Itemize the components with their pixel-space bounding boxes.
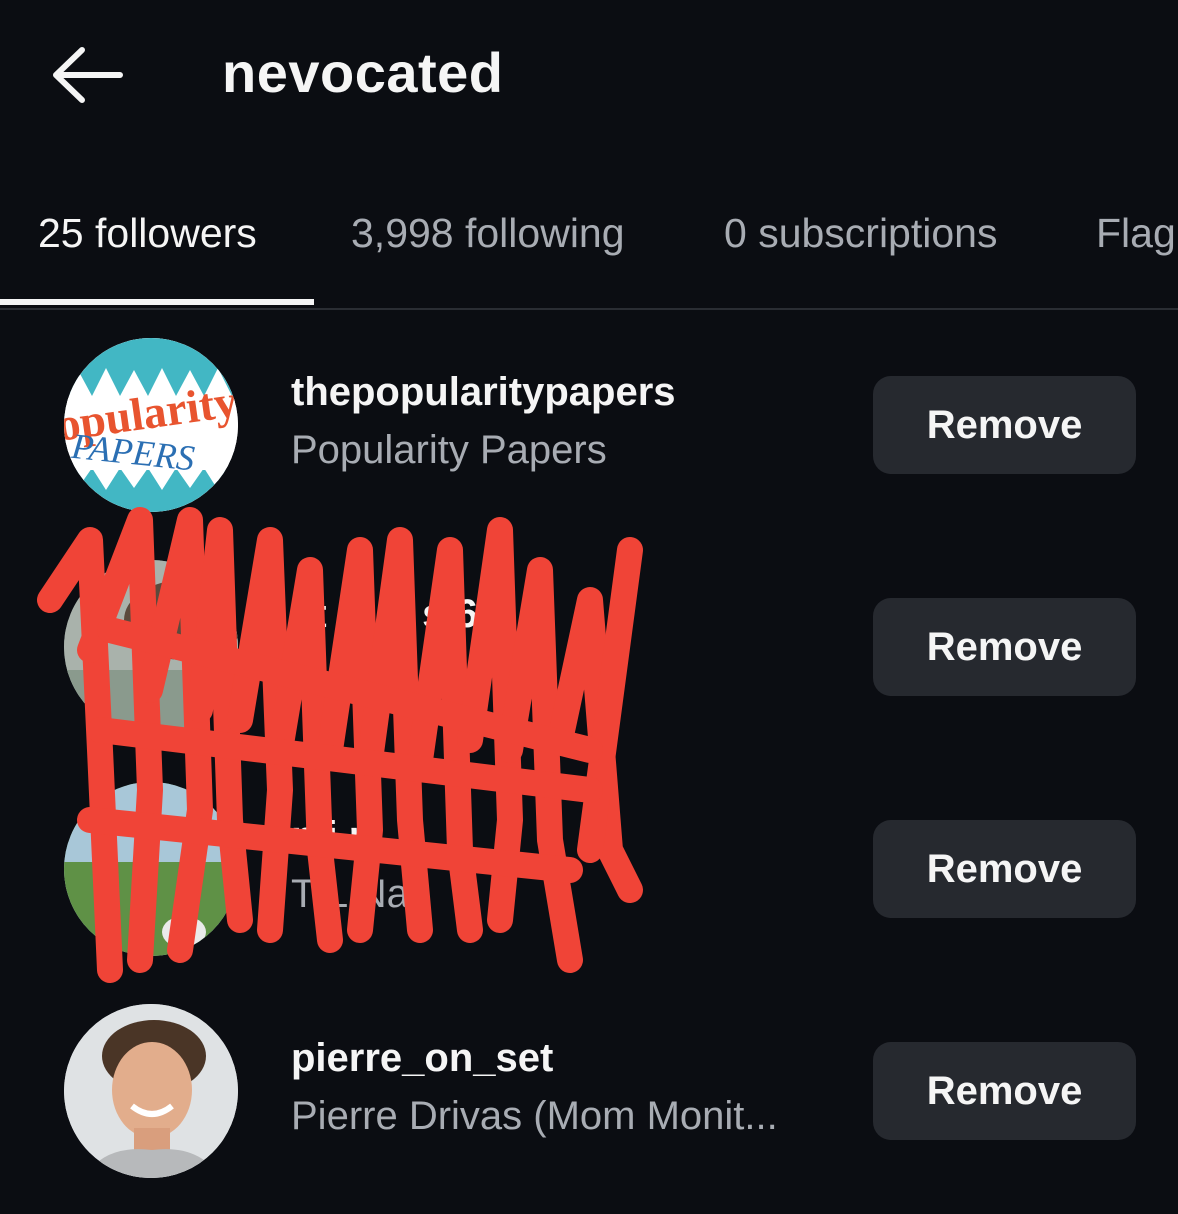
follower-username[interactable]: et ar n s 6 [291, 590, 478, 638]
tab-subscriptions[interactable]: 0 subscriptions [724, 208, 997, 258]
tab-followers[interactable]: 25 followers [38, 208, 257, 258]
avatar[interactable] [64, 560, 238, 734]
avatar-photo [64, 560, 238, 734]
avatar[interactable] [64, 782, 238, 956]
tab-following[interactable]: 3,998 following [351, 208, 625, 258]
remove-button[interactable]: Remove [873, 598, 1136, 696]
follower-username[interactable]: thepopularitypapers [291, 368, 676, 416]
follower-row[interactable]: pierre_on_set Pierre Drivas (Mom Monit..… [0, 992, 1178, 1214]
follower-full-name: Popularity Papers [291, 428, 607, 472]
follower-username[interactable]: n.j r [291, 812, 364, 860]
avatar-photo [64, 1004, 238, 1178]
follower-row[interactable]: n.j r T L Nar Remove [0, 770, 1178, 992]
avatar[interactable] [64, 1004, 238, 1178]
popularity-papers-logo: opularity PAPERS [64, 338, 238, 512]
active-tab-indicator [0, 299, 314, 305]
avatar[interactable]: opularity PAPERS [64, 338, 238, 512]
follower-full-name: T L Nar [291, 872, 423, 916]
follower-row[interactable]: opularity PAPERS thepopularitypapers Pop… [0, 326, 1178, 548]
page-title: nevocated [222, 41, 504, 104]
follower-username[interactable]: pierre_on_set [291, 1034, 553, 1082]
tab-bar: 25 followers 3,998 following 0 subscript… [0, 188, 1178, 310]
follower-full-name: Pierre Drivas (Mom Monit... [291, 1094, 778, 1138]
tab-flagged[interactable]: Flag [1096, 208, 1176, 258]
remove-button[interactable]: Remove [873, 376, 1136, 474]
follower-full-name: E ar r [291, 650, 389, 694]
remove-button[interactable]: Remove [873, 820, 1136, 918]
avatar-photo [64, 782, 238, 956]
arrow-left-icon [53, 47, 123, 103]
back-button[interactable] [46, 40, 126, 110]
follower-row[interactable]: et ar n s 6 E ar r Remove [0, 548, 1178, 770]
remove-button[interactable]: Remove [873, 1042, 1136, 1140]
top-bar: nevocated [0, 0, 1178, 150]
